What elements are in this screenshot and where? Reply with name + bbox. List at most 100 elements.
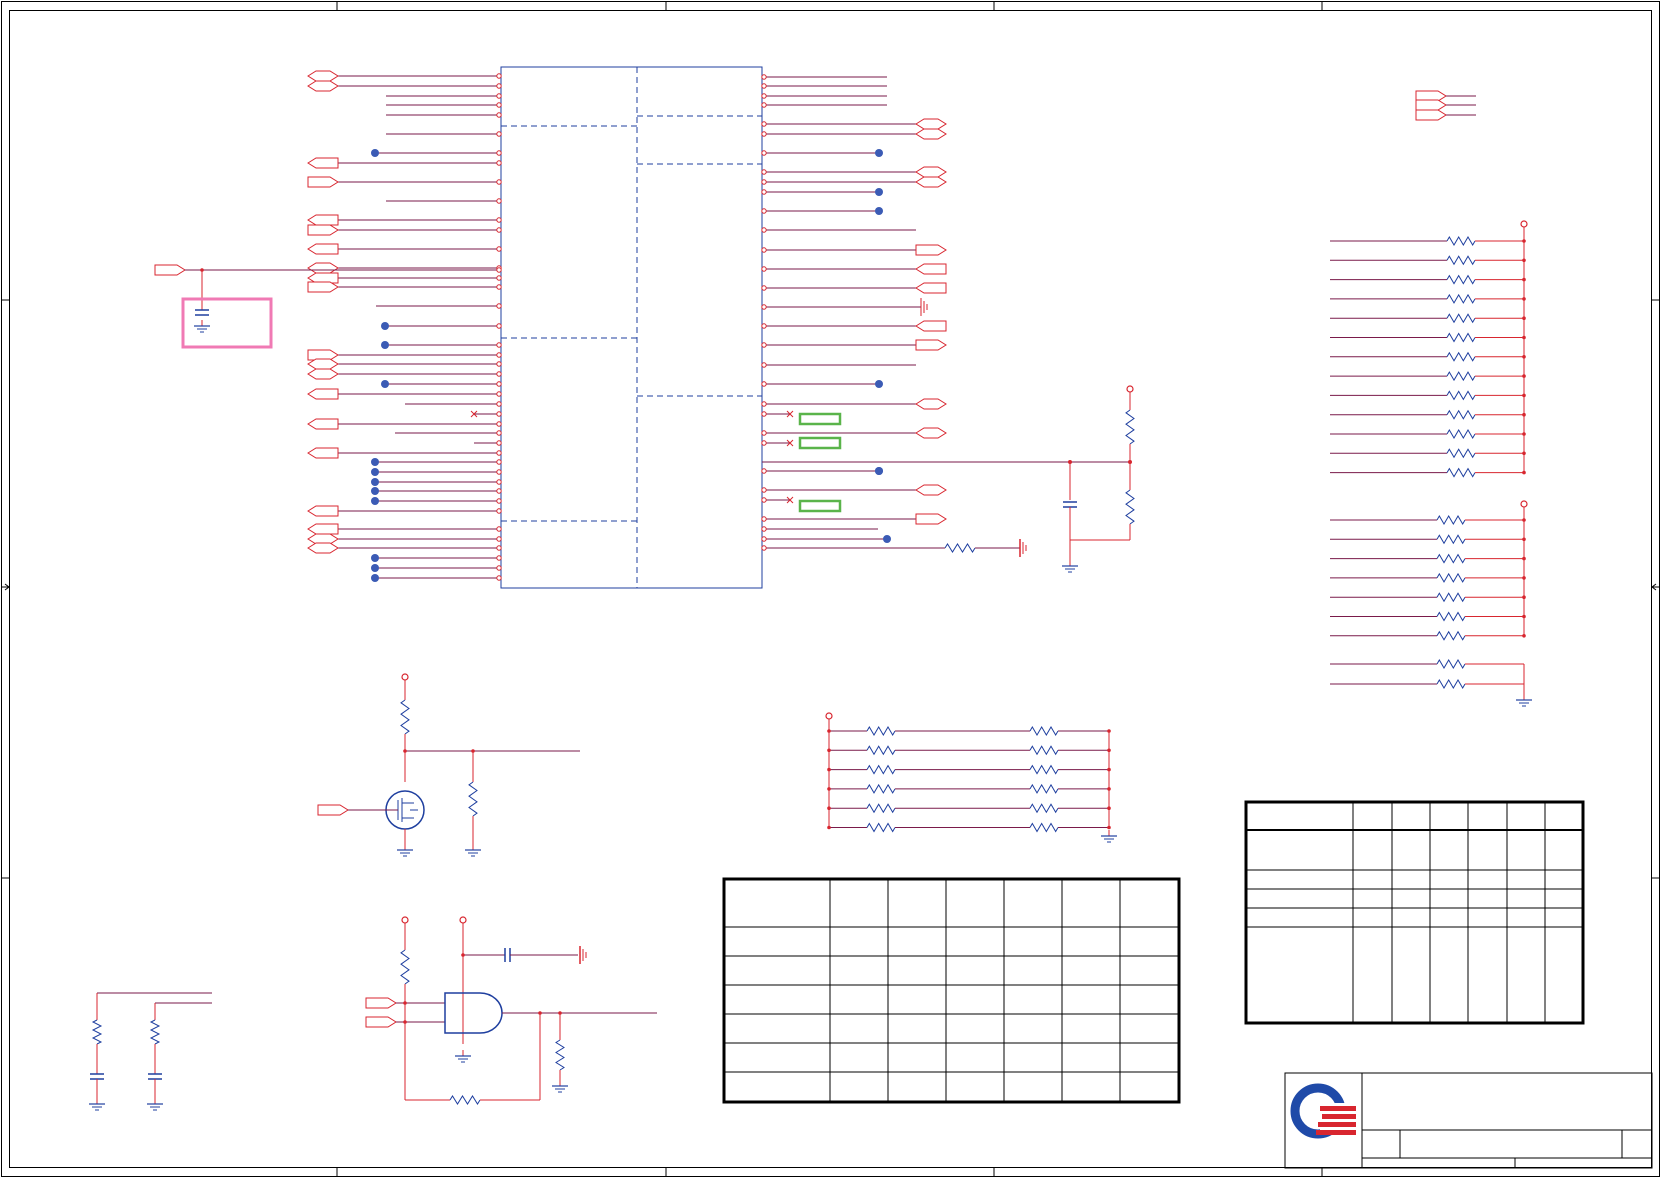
pin-end	[496, 536, 502, 542]
junction-dot	[1107, 729, 1111, 733]
resistor	[1436, 553, 1466, 564]
resistor	[1446, 313, 1476, 324]
pin-end	[761, 247, 767, 253]
junction-dot	[371, 497, 379, 505]
resistor	[1029, 822, 1059, 833]
resistor	[866, 803, 896, 814]
port-flag	[915, 282, 947, 294]
port-flag	[915, 176, 947, 188]
junction-dot	[403, 1020, 407, 1024]
green-highlight-box-2	[798, 436, 842, 450]
junction-dot	[1522, 595, 1526, 599]
resistor	[1125, 489, 1135, 525]
junction-dot	[1522, 451, 1526, 456]
right-table-grid	[1246, 802, 1583, 1023]
pin-end	[496, 430, 502, 436]
pin-end	[496, 198, 502, 204]
pin-end	[761, 102, 767, 108]
junction-dot	[371, 554, 379, 562]
resistor	[944, 543, 976, 553]
left-table	[722, 877, 1181, 1104]
pin-end	[761, 342, 767, 348]
junction-dot	[461, 953, 465, 957]
ground-icon	[920, 298, 928, 316]
resistor	[1436, 611, 1466, 622]
junction-dot	[1107, 748, 1111, 753]
resistor	[1029, 726, 1059, 736]
pin-end	[761, 169, 767, 175]
resistor	[866, 764, 896, 775]
junction-dot	[1522, 470, 1526, 475]
pin-end	[761, 497, 767, 503]
port-flag	[154, 264, 186, 276]
power-rail-icon	[825, 712, 833, 720]
port-flag	[1415, 109, 1447, 121]
junction-dot	[1107, 767, 1111, 772]
pin-end	[761, 266, 767, 272]
junction-dot	[1107, 787, 1111, 791]
schematic-canvas	[1, 1, 1660, 1177]
resistor	[400, 949, 410, 985]
resistor	[1446, 467, 1476, 478]
port-flag	[307, 70, 339, 82]
port-flag	[307, 157, 339, 169]
port-flag	[915, 166, 947, 178]
resistor	[1029, 803, 1059, 814]
pin-end	[761, 401, 767, 407]
resistor	[1436, 592, 1466, 603]
junction-dot	[371, 468, 379, 476]
junction-dot	[1522, 355, 1526, 359]
main-ic	[500, 66, 763, 589]
junction-dot	[1522, 374, 1526, 378]
port-flag	[317, 804, 349, 816]
q-logo-icon	[1290, 1083, 1356, 1139]
pink-highlight-box	[181, 297, 273, 349]
pin-end	[496, 479, 502, 485]
junction-dot	[875, 188, 883, 196]
pin-end	[496, 73, 502, 79]
resistor	[1446, 409, 1476, 420]
power-rail-icon	[401, 673, 409, 681]
junction-dot	[1522, 239, 1526, 243]
pin-end	[496, 498, 502, 504]
pin-end	[761, 208, 767, 214]
and-gate-icon	[444, 992, 503, 1034]
pin-end	[761, 227, 767, 233]
junction-dot	[883, 535, 891, 543]
pin-end	[496, 131, 502, 137]
junction-dot	[381, 341, 389, 349]
resistor	[1436, 534, 1466, 545]
pin-end	[761, 430, 767, 436]
green-highlight-box-1	[798, 412, 842, 426]
pin-end	[761, 545, 767, 551]
pin-end	[761, 131, 767, 137]
pin-end	[496, 371, 502, 377]
pin-end	[496, 342, 502, 348]
pin-end	[496, 526, 502, 532]
pin-end	[496, 488, 502, 494]
mosfet-icon	[397, 798, 418, 822]
port-flag	[365, 997, 397, 1009]
junction-dot	[371, 574, 379, 582]
port-flag	[307, 224, 339, 236]
resistor	[149, 1019, 161, 1045]
pin-end	[496, 227, 502, 233]
resistor	[866, 783, 896, 794]
pin-end	[761, 150, 767, 156]
power-rail-icon	[1520, 500, 1528, 508]
pin-end	[496, 102, 502, 108]
pin-end	[761, 526, 767, 532]
resistor	[1436, 679, 1466, 689]
pin-end	[496, 421, 502, 427]
schematic-sheet	[0, 0, 1661, 1178]
resistor	[866, 745, 896, 756]
junction-dot	[1522, 432, 1526, 436]
junction-dot	[1522, 576, 1526, 580]
junction-dot	[827, 806, 831, 810]
pin-end	[496, 179, 502, 185]
junction-dot	[1522, 335, 1526, 340]
port-flag	[915, 427, 947, 439]
junction-dot	[1522, 614, 1526, 619]
junction-dot	[827, 767, 831, 772]
pin-end	[496, 450, 502, 456]
